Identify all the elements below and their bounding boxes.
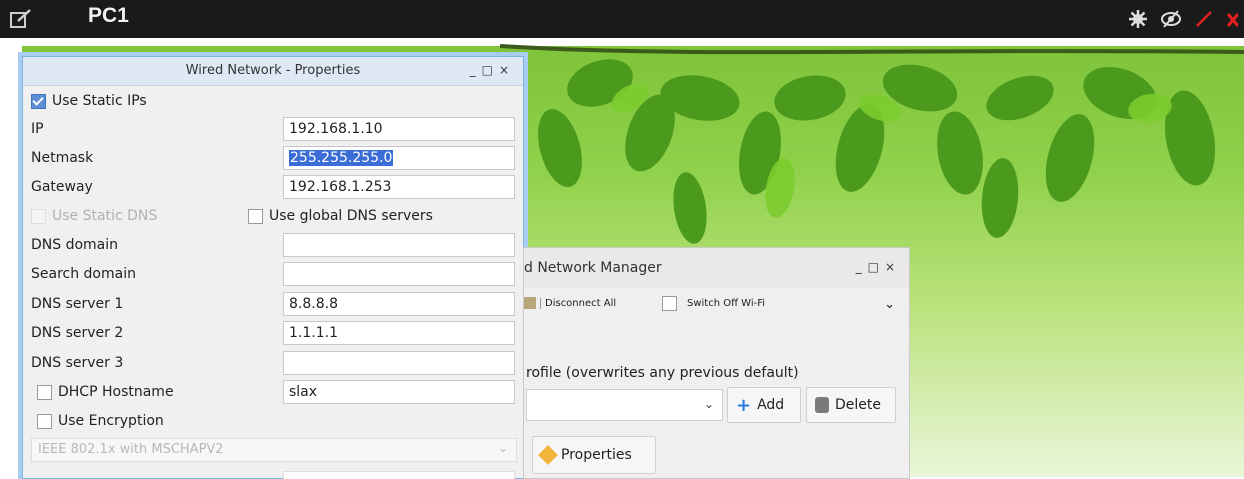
close-icon[interactable]	[1226, 9, 1238, 29]
properties-dialog: Wired Network - Properties _□× Use Stati…	[22, 56, 524, 479]
use-global-dns-checkbox[interactable]	[248, 208, 263, 224]
profile-description: rofile (overwrites any previous default)	[526, 365, 799, 381]
window-title: PC1	[88, 4, 129, 27]
plus-icon: +	[736, 394, 752, 416]
partial-field	[283, 471, 515, 479]
maximize-icon[interactable]: □	[482, 63, 499, 77]
netmask-label: Netmask	[31, 150, 94, 166]
gateway-row: Gateway 192.168.1.253	[23, 173, 523, 201]
minimize-icon[interactable]: _	[470, 63, 482, 77]
dhcp-hostname-row: DHCP Hostname slax	[23, 378, 523, 406]
gateway-label: Gateway	[31, 179, 93, 195]
dns-server-1-label: DNS server 1	[31, 296, 124, 312]
switch-off-wifi-checkbox[interactable]	[662, 295, 677, 311]
use-static-dns-label: Use Static DNS	[52, 208, 158, 224]
use-encryption-checkbox[interactable]	[37, 413, 52, 429]
dns-server-1-field[interactable]: 8.8.8.8	[283, 292, 515, 316]
properties-button[interactable]: Properties	[532, 436, 656, 474]
hide-icon[interactable]	[1160, 9, 1182, 29]
close-icon[interactable]: ×	[885, 260, 901, 274]
use-static-ips-checkbox[interactable]	[31, 93, 46, 109]
edit-icon	[538, 445, 558, 465]
dialog-title: Wired Network - Properties	[185, 63, 361, 78]
search-domain-label: Search domain	[31, 266, 136, 282]
nm-window-controls: _□×	[856, 260, 901, 274]
dns-server-3-row: DNS server 3	[23, 349, 523, 377]
network-icon	[524, 297, 536, 309]
dns-server-2-field[interactable]: 1.1.1.1	[283, 321, 515, 345]
ip-label: IP	[31, 121, 44, 137]
nm-title: d Network Manager	[524, 260, 662, 276]
dns-server-2-row: DNS server 2 1.1.1.1	[23, 319, 523, 347]
dhcp-hostname-checkbox[interactable]	[37, 384, 52, 400]
encryption-method-select: IEEE 802.1x with MSCHAPV2 ⌄	[31, 438, 517, 462]
use-encryption-label: Use Encryption	[58, 413, 164, 429]
close-icon[interactable]: ×	[499, 63, 515, 77]
disconnect-all-button[interactable]: Disconnect All	[524, 293, 644, 315]
minimize-icon[interactable]: _	[856, 260, 868, 274]
search-domain-field[interactable]	[283, 262, 515, 286]
dns-server-1-row: DNS server 1 8.8.8.8	[23, 290, 523, 318]
dns-server-3-field[interactable]	[283, 351, 515, 375]
use-global-dns-label: Use global DNS servers	[269, 208, 433, 224]
switch-off-wifi-button[interactable]: Switch Off Wi-Fi	[662, 293, 812, 315]
dns-domain-row: DNS domain	[23, 231, 523, 259]
dhcp-hostname-field[interactable]: slax	[283, 380, 515, 404]
gateway-field[interactable]: 192.168.1.253	[283, 175, 515, 199]
profile-select[interactable]: ⌄	[526, 389, 723, 421]
nm-toolbar: Disconnect All Switch Off Wi-Fi ⌄	[524, 293, 909, 323]
use-static-ips-label: Use Static IPs	[52, 93, 147, 109]
search-domain-row: Search domain	[23, 260, 523, 288]
use-static-dns-checkbox	[31, 208, 46, 224]
window-controls: _□×	[470, 63, 515, 77]
delete-button[interactable]: Delete	[806, 387, 896, 423]
dhcp-hostname-label: DHCP Hostname	[58, 384, 174, 400]
maximize-icon[interactable]: □	[868, 260, 885, 274]
chevron-down-icon: ⌄	[497, 441, 508, 455]
ip-field[interactable]: 192.168.1.10	[283, 117, 515, 141]
netmask-field[interactable]: 255.255.255.0	[283, 146, 515, 170]
encryption-method-row: IEEE 802.1x with MSCHAPV2 ⌄	[23, 436, 523, 464]
resize-icon[interactable]	[1194, 9, 1214, 29]
add-button[interactable]: + Add	[727, 387, 801, 423]
dns-domain-field[interactable]	[283, 233, 515, 257]
dns-server-3-label: DNS server 3	[31, 355, 124, 371]
netmask-row: Netmask 255.255.255.0	[23, 144, 523, 172]
use-encryption-row[interactable]: Use Encryption	[23, 407, 523, 435]
dns-options-row: Use Static DNS Use global DNS servers	[23, 202, 523, 230]
gear-icon[interactable]	[1128, 9, 1148, 29]
dns-domain-label: DNS domain	[31, 237, 119, 253]
titlebar-controls	[1128, 9, 1238, 29]
chevron-down-icon: ⌄	[703, 397, 714, 411]
edit-icon[interactable]	[10, 9, 32, 29]
dialog-titlebar[interactable]: Wired Network - Properties _□×	[23, 57, 523, 86]
window-titlebar: PC1	[0, 0, 1244, 38]
network-manager-window: d Network Manager _□× Disconnect All Swi…	[523, 247, 910, 479]
ip-row: IP 192.168.1.10	[23, 115, 523, 143]
left-margin	[0, 38, 22, 477]
chevron-down-icon[interactable]: ⌄	[884, 297, 895, 312]
nm-titlebar[interactable]: d Network Manager _□×	[524, 248, 909, 288]
use-static-ips-row[interactable]: Use Static IPs	[23, 87, 523, 115]
dns-server-2-label: DNS server 2	[31, 325, 124, 341]
trash-icon	[815, 397, 829, 413]
